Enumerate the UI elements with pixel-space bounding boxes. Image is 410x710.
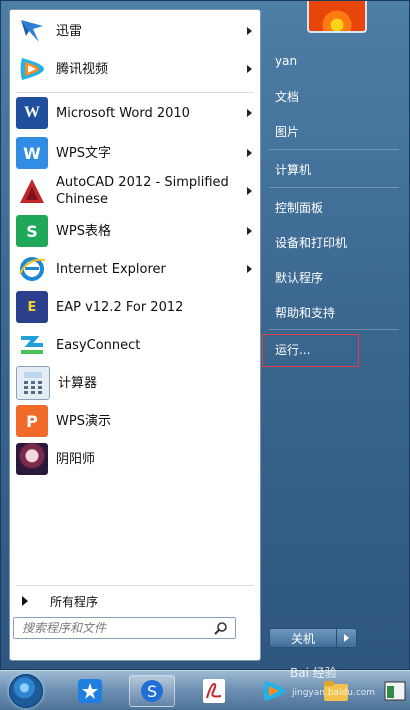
user-avatar[interactable] bbox=[307, 1, 367, 33]
tencent-video-icon bbox=[263, 681, 285, 701]
right-item-pictures[interactable]: 图片 bbox=[271, 118, 401, 144]
right-item-label: 设备和打印机 bbox=[275, 235, 348, 250]
word-icon: W bbox=[16, 97, 48, 129]
autocad-icon bbox=[16, 175, 48, 207]
ie-icon bbox=[16, 253, 48, 285]
highlight-box bbox=[262, 334, 359, 367]
shutdown-options-button[interactable] bbox=[337, 628, 357, 648]
calculator-icon bbox=[16, 366, 50, 400]
program-label: EAP v12.2 For 2012 bbox=[56, 299, 184, 315]
program-label: Internet Explorer bbox=[56, 261, 166, 277]
right-item-label: 控制面板 bbox=[275, 200, 324, 215]
program-onmyoji[interactable]: 阴阳师 bbox=[12, 440, 258, 478]
taskbar-app-other[interactable] bbox=[380, 674, 410, 708]
right-item-help-support[interactable]: 帮助和支持 bbox=[271, 299, 401, 325]
separator bbox=[269, 149, 399, 150]
program-wps-presentation[interactable]: P WPS演示 bbox=[12, 402, 258, 440]
program-tencent-video[interactable]: 腾讯视频 bbox=[12, 50, 258, 88]
xunlei-icon bbox=[16, 15, 48, 47]
right-item-label: 计算机 bbox=[275, 162, 312, 177]
baidu-watermark-url: jingyan.baidu.com bbox=[292, 688, 376, 698]
chevron-right-icon bbox=[344, 634, 349, 642]
taskbar-app-pdf[interactable] bbox=[192, 674, 236, 708]
program-easyconnect[interactable]: EasyConnect bbox=[12, 326, 258, 364]
program-label: EasyConnect bbox=[56, 337, 141, 353]
submenu-arrow-icon bbox=[247, 149, 252, 157]
wps-spreadsheet-icon: S bbox=[16, 215, 48, 247]
program-autocad[interactable]: AutoCAD 2012 - Simplified Chinese bbox=[12, 170, 258, 212]
separator bbox=[269, 329, 399, 330]
program-label: WPS文字 bbox=[56, 145, 111, 161]
program-label: WPS表格 bbox=[56, 223, 111, 239]
star-app-icon bbox=[78, 679, 102, 703]
right-item-label: 帮助和支持 bbox=[275, 305, 336, 320]
right-item-label: 默认程序 bbox=[275, 270, 324, 285]
all-programs-button[interactable]: 所有程序 bbox=[12, 590, 258, 612]
program-label: 迅雷 bbox=[56, 23, 83, 39]
start-menu: 迅雷 腾讯视频 W Microsoft Word 2010 W WPS文字 Au… bbox=[0, 0, 410, 670]
program-label: 计算器 bbox=[58, 375, 98, 391]
submenu-arrow-icon bbox=[247, 227, 252, 235]
program-wps-spreadsheet[interactable]: S WPS表格 bbox=[12, 212, 258, 250]
program-label: WPS演示 bbox=[56, 413, 111, 429]
right-item-default-programs[interactable]: 默认程序 bbox=[271, 264, 401, 290]
all-programs-label: 所有程序 bbox=[50, 594, 99, 609]
program-label: 腾讯视频 bbox=[56, 61, 109, 77]
search-box[interactable] bbox=[13, 617, 236, 639]
taskbar-app-1[interactable] bbox=[68, 674, 112, 708]
shutdown-button[interactable]: 关机 bbox=[269, 628, 337, 648]
program-eap[interactable]: E EAP v12.2 For 2012 bbox=[12, 288, 258, 326]
submenu-arrow-icon bbox=[247, 265, 252, 273]
search-icon[interactable] bbox=[214, 621, 228, 635]
windows-orb-icon bbox=[9, 674, 43, 708]
programs-pane: 迅雷 腾讯视频 W Microsoft Word 2010 W WPS文字 Au… bbox=[9, 9, 261, 661]
wps-writer-icon: W bbox=[16, 137, 48, 169]
program-ie[interactable]: Internet Explorer bbox=[12, 250, 258, 288]
separator bbox=[16, 92, 254, 93]
easyconnect-icon bbox=[16, 329, 48, 361]
window-icon bbox=[384, 681, 406, 701]
right-item-label: 图片 bbox=[275, 124, 300, 139]
program-label: 阴阳师 bbox=[56, 451, 96, 467]
submenu-arrow-icon bbox=[247, 65, 252, 73]
sogou-browser-icon: S bbox=[141, 680, 163, 702]
taskbar-app-sogou[interactable]: S bbox=[124, 674, 180, 708]
search-input[interactable] bbox=[20, 620, 214, 636]
onmyoji-icon bbox=[16, 443, 48, 475]
program-wps-writer[interactable]: W WPS文字 bbox=[12, 134, 258, 172]
start-button[interactable] bbox=[6, 674, 46, 708]
program-label: Microsoft Word 2010 bbox=[56, 105, 190, 121]
wps-presentation-icon: P bbox=[16, 405, 48, 437]
separator bbox=[269, 187, 399, 188]
right-item-documents[interactable]: 文档 bbox=[271, 83, 401, 109]
program-word[interactable]: W Microsoft Word 2010 bbox=[12, 94, 258, 132]
right-item-label: 文档 bbox=[275, 89, 300, 104]
submenu-arrow-icon bbox=[247, 27, 252, 35]
program-calculator[interactable]: 计算器 bbox=[12, 364, 258, 402]
eap-icon: E bbox=[16, 291, 48, 323]
program-xunlei[interactable]: 迅雷 bbox=[12, 12, 258, 50]
right-item-devices-printers[interactable]: 设备和打印机 bbox=[271, 229, 401, 255]
baidu-watermark: Bai 经验 bbox=[290, 666, 337, 680]
right-item-user[interactable]: yan bbox=[271, 48, 401, 74]
pdf-reader-icon bbox=[203, 679, 225, 703]
right-item-label: yan bbox=[275, 54, 298, 68]
svg-text:S: S bbox=[147, 682, 157, 701]
tencent-video-icon bbox=[16, 53, 48, 85]
right-item-computer[interactable]: 计算机 bbox=[271, 156, 401, 182]
right-item-control-panel[interactable]: 控制面板 bbox=[271, 194, 401, 220]
submenu-arrow-icon bbox=[247, 109, 252, 117]
separator bbox=[16, 585, 254, 586]
submenu-arrow-icon bbox=[247, 187, 252, 195]
expand-arrow-icon bbox=[22, 596, 28, 606]
program-label: AutoCAD 2012 - Simplified Chinese bbox=[56, 175, 229, 207]
